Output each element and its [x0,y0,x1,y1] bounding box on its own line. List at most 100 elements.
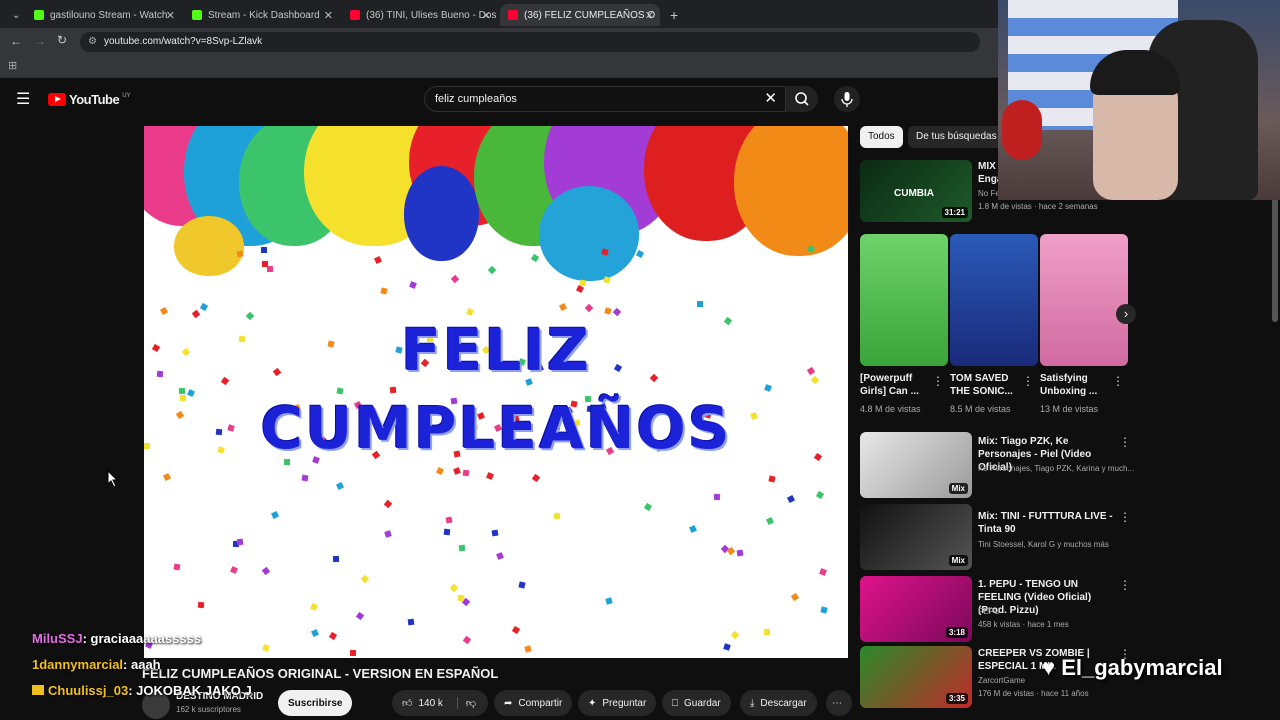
video-player[interactable]: FELIZ CUMPLEAÑOS [144,126,848,658]
heart-icon: ♥ [1042,655,1056,680]
video-title: FELIZ CUMPLEAÑOS ORIGINAL - VERSION EN E… [142,666,499,681]
thumbs-up-icon: 👍︎ [402,698,413,709]
confetti-piece [360,574,370,584]
menu-icon[interactable]: ☰ [16,89,30,109]
video-title[interactable]: Mix: TINI - FUTTTURA LIVE - Tinta 90 [978,510,1118,536]
video-thumbnail[interactable]: 3:35 [860,646,972,708]
confetti-piece [383,499,393,509]
streamer-name: ♥ El_gabymarcial [1042,655,1223,680]
chat-text: : JOKOBAK JAKO J [128,683,252,698]
video-thumbnail[interactable]: 3:18 [860,576,972,642]
forward-icon[interactable]: → [34,34,46,48]
share-label: Compartir [518,697,563,709]
more-options-icon[interactable]: ⋮ [932,374,944,388]
like-button[interactable]: 👍︎ 140 k 👎︎ [392,690,488,716]
video-overlay-line2: CUMPLEAÑOS [260,394,732,462]
video-stats: 176 M de vistas · hace 11 años [978,689,1089,698]
chip-all[interactable]: Todos [860,126,903,148]
video-thumbnail[interactable]: Mix [860,504,972,570]
voice-search-button[interactable] [834,86,860,112]
browser-tab[interactable]: gastilouno Stream - Watch ✕ [26,4,181,26]
short-thumbnail[interactable] [950,234,1038,366]
short-title[interactable]: TOM SAVED THE SONIC... [950,372,1016,398]
browser-tab[interactable]: (36) TINI, Ulises Bueno - Dos A ✕ [342,4,497,26]
chevron-right-icon: › [1123,306,1129,321]
reload-icon[interactable]: ↻ [57,33,67,47]
more-options-icon[interactable]: ⋮ [1022,374,1034,388]
subscribe-label: Suscribirse [288,697,343,709]
short-views: 8.5 M de vistas [950,404,1011,414]
confetti-piece [511,625,521,635]
ask-button[interactable]: ✦ Preguntar [578,690,657,716]
badge-icon [32,685,44,695]
confetti-piece [697,301,703,307]
apps-grid-icon[interactable]: ⊞ [8,59,17,72]
confetti-piece [328,631,338,641]
close-tab-icon[interactable]: ✕ [166,9,175,22]
short-thumbnail[interactable] [860,234,948,366]
thumb-text: CUMBIA [894,188,934,199]
confetti-piece [736,549,744,557]
close-tab-icon[interactable]: ✕ [645,9,654,22]
close-tab-icon[interactable]: ✕ [482,9,491,22]
confetti-piece [726,546,736,556]
site-info-icon[interactable]: ⚙ [88,32,97,52]
search-button[interactable] [786,86,818,112]
close-tab-icon[interactable]: ✕ [324,9,333,22]
confetti-piece [713,493,721,501]
confetti-piece [199,302,209,312]
confetti-piece [260,246,268,254]
download-button[interactable]: ⤓ Descargar [740,690,817,716]
youtube-logo[interactable]: YouTube UY [48,92,131,107]
tab-list-button[interactable]: ⌄ [4,4,22,26]
more-options-icon[interactable]: ⋮ [1119,510,1131,524]
video-thumbnail[interactable]: Mix [860,432,972,498]
ask-label: Preguntar [602,697,647,709]
short-title[interactable]: [Powerpuff Girls] Can ... [860,372,926,398]
more-options-icon[interactable]: ⋮ [1112,374,1124,388]
confetti-piece [558,302,568,312]
short-title[interactable]: Satisfying Unboxing ... [1040,372,1106,398]
back-icon[interactable]: ← [10,34,22,48]
confetti-piece [819,568,827,576]
confetti-piece [790,592,800,602]
share-icon: ➦ [504,697,513,709]
more-actions-button[interactable]: ⋯ [826,690,852,716]
clear-search-icon[interactable]: ✕ [764,87,777,111]
confetti-piece [271,511,279,519]
share-button[interactable]: ➦ Compartir [494,690,573,716]
confetti-piece [531,473,541,483]
youtube-play-icon [48,93,66,106]
shelf-next-button[interactable]: › [1116,304,1136,324]
confetti-piece [486,472,494,480]
webcam-overlay [998,0,1280,200]
subscriber-count: 162 k suscriptores [176,705,241,714]
search-input[interactable]: feliz cumpleaños ✕ [424,86,786,112]
confetti-piece [496,552,504,560]
browser-tab-active[interactable]: (36) FELIZ CUMPLEAÑOS O ✕ [500,4,660,26]
confetti-piece [409,281,417,289]
url-field[interactable]: ⚙ youtube.com/watch?v=8Svp-LZlavk [80,32,980,52]
chat-message: MiluSSJ: graciaaaaaasssss [32,631,201,646]
chat-message: Chuulissj_03: JOKOBAK JAKO J [32,683,252,698]
subscribe-button[interactable]: Suscribirse [278,690,353,716]
save-button[interactable]: ⎕ Guardar [662,690,731,716]
duration: 31:21 [941,207,968,218]
more-options-icon[interactable]: ⋮ [1119,435,1131,449]
region-code: UY [122,92,131,99]
thumbs-down-icon[interactable]: 👎︎ [456,697,476,709]
confetti-piece [450,274,460,284]
confetti-piece [487,265,497,275]
more-options-icon[interactable]: ⋮ [1119,578,1131,592]
video-overlay-line1: FELIZ [401,316,591,384]
search-value: feliz cumpleaños [435,93,517,105]
confetti-piece [457,594,465,602]
short-thumbnail[interactable] [1040,234,1128,366]
new-tab-button[interactable]: + [662,4,682,26]
confetti-piece [310,603,318,611]
confetti-piece [635,249,645,259]
browser-tab[interactable]: Stream - Kick Dashboard ✕ [184,4,339,26]
video-thumbnail[interactable]: CUMBIA 31:21 [860,160,972,222]
search-icon [795,92,809,106]
chip-from-searches[interactable]: De tus búsquedas [908,126,1005,148]
